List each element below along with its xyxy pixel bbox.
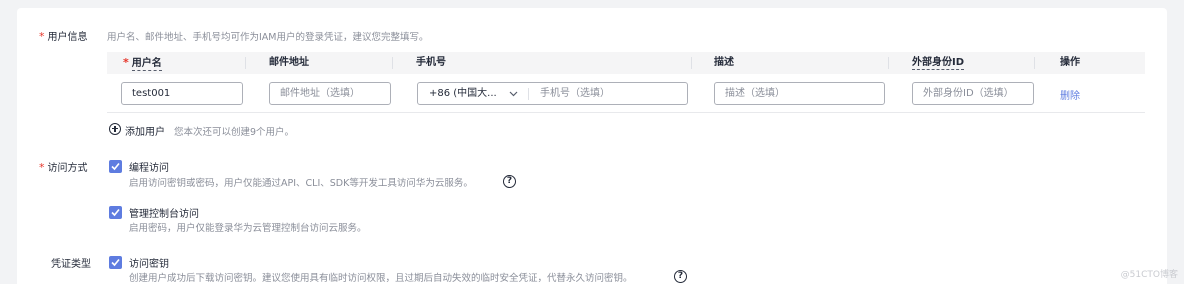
column-separator xyxy=(1034,57,1035,69)
phone-field[interactable]: +86 (中国大... 手机号（选填） xyxy=(417,82,688,105)
column-phone: 手机号 xyxy=(416,57,446,68)
column-email: 邮件地址 xyxy=(269,57,309,68)
user-info-label: * 用户信息 xyxy=(39,30,88,43)
credential-type-label: 凭证类型 xyxy=(51,259,91,270)
column-username: * 用户名 xyxy=(123,56,162,71)
column-actions: 操作 xyxy=(1060,57,1080,68)
username-input[interactable]: test001 xyxy=(121,82,243,105)
programmatic-access-desc: 启用访问密钥或密码，用户仅能通过API、CLI、SDK等开发工具访问华为云服务。 xyxy=(129,178,473,189)
access-key-desc: 创建用户成功后下载访问密钥。建议您使用具有临时访问权限，且过期后自动失效的临时安… xyxy=(129,273,633,284)
access-key-checkbox[interactable] xyxy=(109,256,122,269)
column-separator xyxy=(691,57,692,69)
phone-divider xyxy=(528,88,529,100)
external-id-input[interactable]: 外部身份ID（选填） xyxy=(912,82,1034,105)
description-input[interactable]: 描述（选填） xyxy=(714,82,885,105)
country-code-select[interactable]: +86 (中国大... xyxy=(429,83,497,104)
help-icon[interactable]: ? xyxy=(674,270,687,283)
console-access-title: 管理控制台访问 xyxy=(129,209,199,220)
programmatic-access-checkbox[interactable] xyxy=(109,160,122,173)
check-icon xyxy=(111,258,120,267)
column-description: 描述 xyxy=(714,57,734,68)
help-icon[interactable]: ? xyxy=(503,175,516,188)
row-divider xyxy=(107,112,1145,113)
email-input[interactable]: 邮件地址（选填） xyxy=(269,82,391,105)
column-separator xyxy=(245,57,246,69)
check-icon xyxy=(111,162,120,171)
check-icon xyxy=(111,208,120,217)
add-user-hint: 您本次还可以创建9个用户。 xyxy=(174,127,295,138)
user-form-card: * 用户信息 用户名、邮件地址、手机号均可作为IAM用户的登录凭证，建议您完整填写… xyxy=(17,8,1167,284)
programmatic-access-title: 编程访问 xyxy=(129,163,169,174)
column-separator xyxy=(888,57,889,69)
access-mode-label: * 访问方式 xyxy=(39,161,88,174)
phone-input[interactable]: 手机号（选填） xyxy=(540,83,610,104)
column-external-id: 外部身份ID xyxy=(912,57,965,70)
user-info-hint: 用户名、邮件地址、手机号均可作为IAM用户的登录凭证，建议您完整填写。 xyxy=(107,32,429,43)
delete-link[interactable]: 删除 xyxy=(1060,87,1080,102)
add-circle-icon[interactable] xyxy=(109,123,121,135)
console-access-checkbox[interactable] xyxy=(109,206,122,219)
chevron-down-icon xyxy=(509,91,518,97)
column-separator xyxy=(392,57,393,69)
console-access-desc: 启用密码，用户仅能登录华为云管理控制台访问云服务。 xyxy=(129,223,367,234)
user-table-header: * 用户名 邮件地址 手机号 描述 外部身份ID 操作 xyxy=(107,52,1145,74)
add-user-button[interactable]: 添加用户 xyxy=(125,123,165,138)
access-key-title: 访问密钥 xyxy=(129,259,169,270)
watermark: @51CTO博客 xyxy=(1120,270,1178,280)
